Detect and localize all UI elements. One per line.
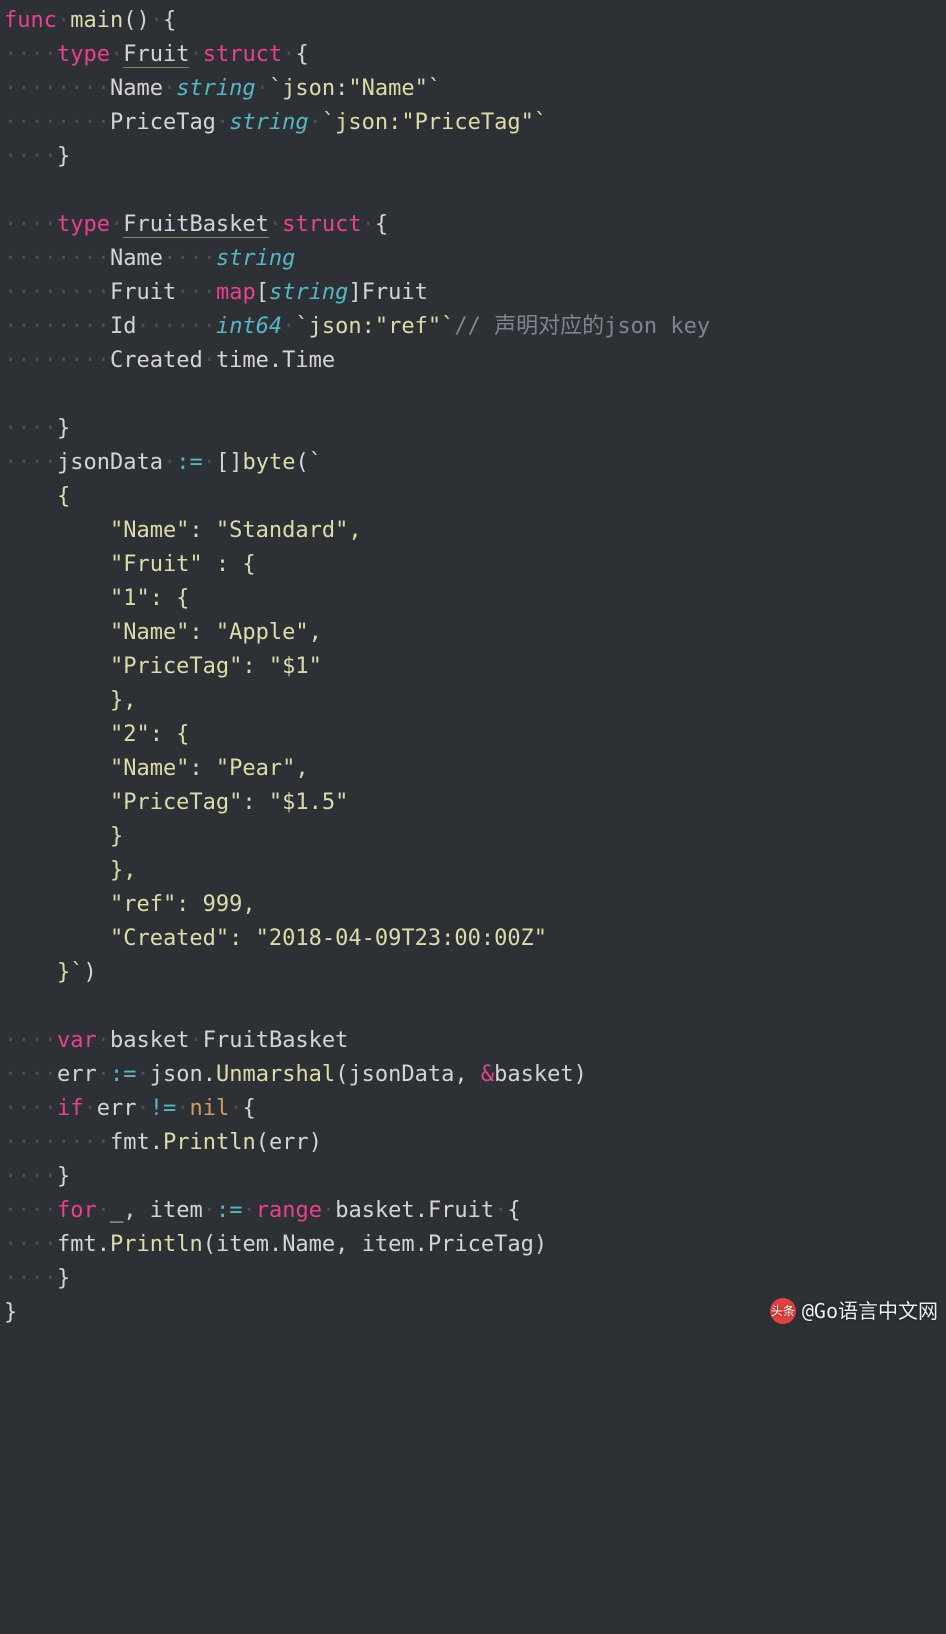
code-line: func·main()·{ bbox=[4, 8, 176, 33]
code-line: ····fmt.Println(item.Name, item.PriceTag… bbox=[4, 1232, 547, 1257]
code-line: "Name": "Standard", bbox=[4, 518, 362, 543]
code-line: ········fmt.Println(err) bbox=[4, 1130, 322, 1155]
code-line: "Name": "Apple", bbox=[4, 620, 322, 645]
code-line: "ref": 999, bbox=[4, 892, 256, 917]
watermark-text: @Go语言中文网 bbox=[802, 1294, 938, 1328]
code-line: ····err·:=·json.Unmarshal(jsonData, &bas… bbox=[4, 1062, 587, 1087]
code-line: ········Fruit···map[string]Fruit bbox=[4, 280, 428, 305]
code-line: }, bbox=[4, 688, 136, 713]
code-line: } bbox=[4, 1300, 17, 1325]
code-line: "PriceTag": "$1" bbox=[4, 654, 322, 679]
code-line: } bbox=[4, 824, 123, 849]
code-line: ····type·Fruit·struct·{ bbox=[4, 42, 309, 68]
code-line: ····} bbox=[4, 416, 70, 441]
code-line: ····type·FruitBasket·struct·{ bbox=[4, 212, 388, 238]
code-line: "PriceTag": "$1.5" bbox=[4, 790, 348, 815]
code-line: ····} bbox=[4, 1266, 70, 1291]
code-line: "2": { bbox=[4, 722, 189, 747]
code-line: }`) bbox=[4, 960, 97, 985]
code-line: ········Created·time.Time bbox=[4, 348, 335, 373]
code-line: "Created": "2018-04-09T23:00:00Z" bbox=[4, 926, 547, 951]
code-line: "Name": "Pear", bbox=[4, 756, 309, 781]
code-line: ········Name····string bbox=[4, 246, 295, 271]
code-line: ····} bbox=[4, 144, 70, 169]
code-line: ····jsonData·:=·[]byte(` bbox=[4, 450, 322, 475]
code-line: { bbox=[4, 484, 70, 509]
code-line: ····for·_, item·:=·range·basket.Fruit·{ bbox=[4, 1198, 521, 1223]
code-line: ····} bbox=[4, 1164, 70, 1189]
code-line: "Fruit" : { bbox=[4, 552, 256, 577]
code-line: ········Name·string·`json:"Name"` bbox=[4, 76, 441, 101]
code-editor[interactable]: func·main()·{ ····type·Fruit·struct·{ ··… bbox=[4, 4, 946, 1330]
watermark: 头条 @Go语言中文网 bbox=[770, 1294, 938, 1328]
code-line: ········PriceTag·string·`json:"PriceTag"… bbox=[4, 110, 547, 135]
watermark-logo-icon: 头条 bbox=[770, 1298, 796, 1324]
code-line: ········Id······int64·`json:"ref"`// 声明对… bbox=[4, 314, 710, 339]
code-line: ····if·err·!=·nil·{ bbox=[4, 1096, 256, 1121]
code-line: "1": { bbox=[4, 586, 189, 611]
code-line: }, bbox=[4, 858, 136, 883]
code-line: ····var·basket·FruitBasket bbox=[4, 1028, 348, 1053]
